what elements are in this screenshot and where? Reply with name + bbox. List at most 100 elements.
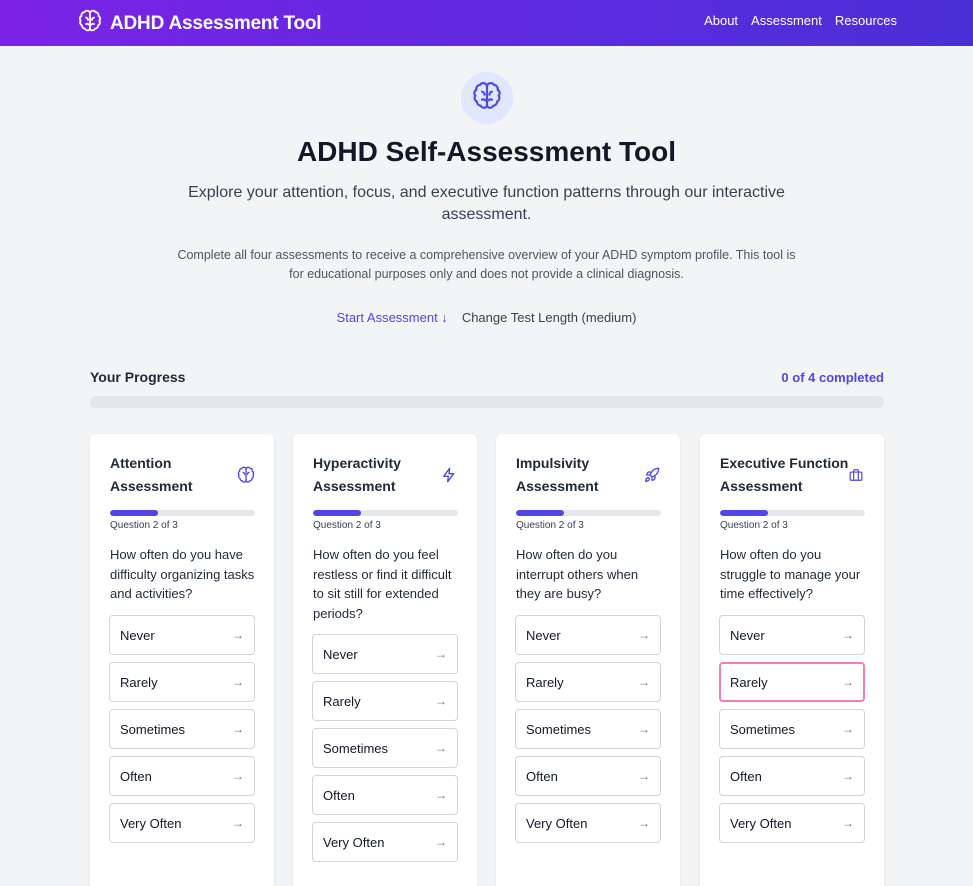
answer-option-label: Rarely <box>526 674 564 690</box>
assessment-card: Impulsivity Assessment Question 2 of 3 How… <box>496 434 680 886</box>
app-title: ADHD Assessment Tool <box>110 12 322 34</box>
question-progress-fill <box>313 510 362 516</box>
question-progress-fill <box>516 510 565 516</box>
brand[interactable]: ADHD Assessment Tool <box>78 9 322 38</box>
arrow-right-icon: → <box>435 741 447 755</box>
overall-progress-bar <box>90 396 884 408</box>
brain-icon <box>78 9 102 38</box>
lightning-icon <box>440 466 458 484</box>
arrow-right-icon: → <box>232 769 244 783</box>
answer-option-label: Sometimes <box>526 721 592 737</box>
question-progress-bar <box>516 510 661 516</box>
question-counter: Question 2 of 3 <box>110 520 178 531</box>
answer-option-very-often[interactable]: Very Often → <box>515 803 661 843</box>
arrow-right-icon: → <box>232 722 244 736</box>
arrow-right-icon: → <box>638 769 650 783</box>
arrow-right-icon: → <box>842 769 854 783</box>
answer-option-label: Very Often <box>120 815 182 831</box>
page-title: ADHD Self-Assessment Tool <box>296 136 677 167</box>
answer-option-label: Sometimes <box>730 721 796 737</box>
nav-link-about[interactable]: About <box>704 13 738 28</box>
answer-option-sometimes[interactable]: Sometimes → <box>515 709 661 749</box>
nav-link-assessment[interactable]: Assessment <box>751 13 822 28</box>
answer-option-label: Never <box>120 627 155 643</box>
question-text: How often do you have difficulty organiz… <box>110 547 255 601</box>
answer-option-label: Sometimes <box>323 740 389 756</box>
assessment-card: Hyperactivity Assessment Question 2 of 3 H… <box>293 434 477 886</box>
progress-label: Your Progress <box>90 369 186 385</box>
question-counter: Question 2 of 3 <box>516 520 584 531</box>
answer-option-label: Very Often <box>730 815 792 831</box>
answer-option-label: Never <box>730 627 765 643</box>
arrow-right-icon: → <box>435 788 447 802</box>
brain-icon <box>472 81 502 116</box>
answer-option-label: Very Often <box>323 834 385 850</box>
answer-option-label: Very Often <box>526 815 588 831</box>
answer-option-sometimes[interactable]: Sometimes → <box>312 728 458 768</box>
answer-option-very-often[interactable]: Very Often → <box>719 803 865 843</box>
assessment-card: Attention Assessment Question 2 of 3 How o… <box>90 434 274 886</box>
disclaimer-note: Complete all four assessments to receive… <box>177 248 796 281</box>
change-test-length-link[interactable]: Change Test Length (medium) <box>462 310 637 325</box>
top-navbar: ADHD Assessment Tool About Assessment Re… <box>0 0 973 46</box>
arrow-right-icon: → <box>842 675 854 689</box>
arrow-right-icon: → <box>435 647 447 661</box>
card-title: Hyperactivity Assessment <box>313 455 401 494</box>
answer-option-often[interactable]: Often → <box>312 775 458 815</box>
answer-option-label: Rarely <box>120 674 158 690</box>
answer-options: Never → Rarely → Sometimes → Often → Very Often → <box>312 634 458 869</box>
answer-option-rarely[interactable]: Rarely → <box>515 662 661 702</box>
answer-option-label: Often <box>730 768 762 784</box>
answer-option-label: Rarely <box>323 693 361 709</box>
arrow-right-icon: → <box>638 628 650 642</box>
answer-option-label: Often <box>120 768 152 784</box>
answer-option-never[interactable]: Never → <box>515 615 661 655</box>
question-progress-fill <box>720 510 769 516</box>
answer-option-label: Often <box>526 768 558 784</box>
answer-option-often[interactable]: Often → <box>515 756 661 796</box>
arrow-right-icon: → <box>842 722 854 736</box>
answer-option-label: Sometimes <box>120 721 186 737</box>
answer-option-label: Often <box>323 787 355 803</box>
arrow-right-icon: → <box>638 675 650 689</box>
card-title: Impulsivity Assessment <box>516 455 599 494</box>
answer-option-rarely[interactable]: Rarely → <box>109 662 255 702</box>
answer-option-often[interactable]: Often → <box>109 756 255 796</box>
answer-option-very-often[interactable]: Very Often → <box>109 803 255 843</box>
question-text: How often do you feel restless or find i… <box>313 547 452 621</box>
answer-option-sometimes[interactable]: Sometimes → <box>109 709 255 749</box>
question-text: How often do you interrupt others when t… <box>516 547 639 601</box>
arrow-right-icon: → <box>232 816 244 830</box>
progress-count: 0 of 4 completed <box>781 370 884 385</box>
main-nav: About Assessment Resources <box>704 13 897 28</box>
answer-option-very-often[interactable]: Very Often → <box>312 822 458 862</box>
question-progress-bar <box>110 510 255 516</box>
start-assessment-link[interactable]: Start Assessment ↓ <box>337 310 448 325</box>
answer-option-label: Never <box>526 627 561 643</box>
arrow-right-icon: → <box>638 816 650 830</box>
answer-option-rarely[interactable]: Rarely → <box>719 662 865 702</box>
answer-options: Never → Rarely → Sometimes → Often → Very Often → <box>515 615 661 850</box>
arrow-right-icon: → <box>842 628 854 642</box>
question-text: How often do you struggle to manage your… <box>720 547 861 601</box>
answer-option-never[interactable]: Never → <box>312 634 458 674</box>
card-title: Executive Function Assessment <box>720 455 849 494</box>
answer-option-sometimes[interactable]: Sometimes → <box>719 709 865 749</box>
arrow-right-icon: → <box>842 816 854 830</box>
brain-icon <box>237 466 255 484</box>
answer-option-never[interactable]: Never → <box>719 615 865 655</box>
hero-actions: Start Assessment ↓ Change Test Length (m… <box>0 310 973 325</box>
arrow-right-icon: → <box>435 694 447 708</box>
nav-link-resources[interactable]: Resources <box>835 13 897 28</box>
question-counter: Question 2 of 3 <box>720 520 788 531</box>
answer-option-never[interactable]: Never → <box>109 615 255 655</box>
answer-options: Never → Rarely → Sometimes → Often → Very Often → <box>719 615 865 850</box>
question-progress-bar <box>313 510 458 516</box>
answer-options: Never → Rarely → Sometimes → Often → Very Often → <box>109 615 255 850</box>
arrow-right-icon: → <box>232 675 244 689</box>
briefcase-icon <box>847 466 865 484</box>
answer-option-rarely[interactable]: Rarely → <box>312 681 458 721</box>
arrow-right-icon: → <box>435 835 447 849</box>
rocket-icon <box>643 466 661 484</box>
answer-option-often[interactable]: Often → <box>719 756 865 796</box>
